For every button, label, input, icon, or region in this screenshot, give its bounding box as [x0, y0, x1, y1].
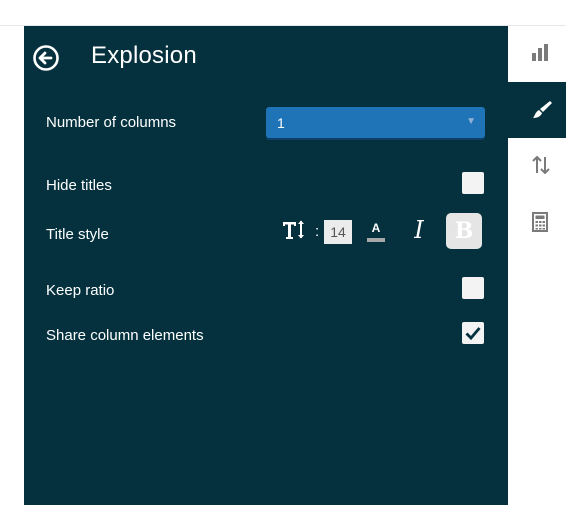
sort-arrows-icon — [532, 156, 550, 174]
tab-calculator[interactable] — [508, 194, 566, 250]
explosion-settings-panel: Explosion Number of columns 1 ▼ Hide tit… — [24, 26, 508, 505]
italic-button[interactable]: I — [408, 216, 430, 244]
tab-format[interactable] — [508, 82, 566, 138]
keep-ratio-label: Keep ratio — [46, 282, 115, 299]
share-elements-label: Share column elements — [46, 327, 204, 344]
font-color-swatch — [367, 238, 385, 242]
columns-value: 1 — [277, 115, 285, 131]
bold-button[interactable]: B — [446, 213, 482, 249]
columns-label: Number of columns — [46, 114, 177, 131]
share-elements-checkbox[interactable] — [462, 322, 484, 344]
font-color-button[interactable]: A — [364, 221, 388, 247]
text-size-icon — [282, 219, 306, 241]
size-separator: : — [315, 223, 320, 240]
title-style-label: Title style — [46, 226, 109, 243]
paintbrush-icon — [533, 101, 552, 118]
calculator-icon — [532, 212, 548, 232]
keep-ratio-checkbox[interactable] — [462, 277, 484, 299]
panel-title: Explosion — [91, 42, 197, 69]
title-font-size-input[interactable]: 14 — [324, 220, 352, 244]
back-button[interactable] — [32, 44, 60, 72]
circle-arrow-left-icon — [33, 45, 59, 71]
bar-chart-icon — [532, 44, 548, 61]
checkmark-icon — [465, 327, 481, 341]
tab-sort[interactable] — [508, 138, 566, 194]
font-color-glyph: A — [371, 221, 381, 235]
left-margin — [0, 26, 24, 505]
right-toolbar — [508, 26, 566, 505]
hide-titles-label: Hide titles — [46, 177, 112, 194]
hide-titles-checkbox[interactable] — [462, 172, 484, 194]
tab-chart[interactable] — [508, 26, 566, 82]
chevron-down-icon: ▼ — [466, 116, 476, 127]
columns-select[interactable]: 1 ▼ — [266, 107, 485, 138]
